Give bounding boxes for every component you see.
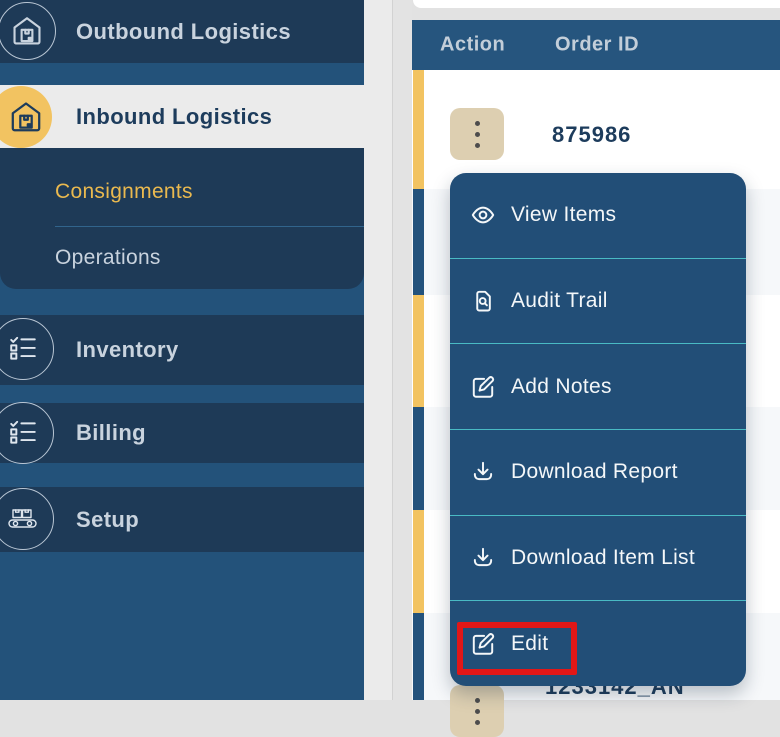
sidebar-subitem-operations[interactable]: Operations [55, 246, 161, 270]
menu-item-label: View Items [511, 203, 616, 227]
table-row: 875986 [412, 70, 780, 189]
menu-item-edit[interactable]: Edit [450, 600, 746, 686]
row-status-stripe [413, 510, 424, 613]
filter-card-edge [413, 0, 780, 8]
kebab-dot [475, 720, 480, 725]
page-gutter [364, 0, 412, 700]
sidebar-item-label: Inventory [76, 337, 179, 363]
row-actions-kebab-button[interactable] [450, 685, 504, 737]
submenu-divider [55, 226, 364, 227]
row-status-stripe [413, 189, 424, 295]
kebab-dot [475, 132, 480, 137]
menu-item-label: Download Item List [511, 546, 695, 570]
scrollbar-track[interactable] [392, 0, 413, 700]
orders-panel: Action Order ID 875986 [412, 0, 780, 700]
sidebar-subitem-consignments[interactable]: Consignments [55, 180, 193, 204]
menu-item-download-report[interactable]: Download Report [450, 429, 746, 515]
row-status-stripe [413, 613, 424, 700]
sidebar-item-inbound-logistics[interactable]: Inbound Logistics [0, 85, 364, 148]
sidebar-item-label: Setup [76, 507, 139, 533]
menu-item-label: Audit Trail [511, 289, 608, 313]
sidebar: Outbound Logistics Inbound Logistics Con… [0, 0, 364, 700]
checklist-icon [0, 318, 54, 380]
sidebar-item-setup[interactable]: Setup [0, 487, 364, 552]
add-notes-icon [470, 374, 496, 400]
menu-item-label: Download Report [511, 460, 678, 484]
sidebar-item-label: Outbound Logistics [76, 19, 291, 45]
sidebar-item-label: Billing [76, 420, 146, 446]
download-icon [470, 545, 496, 571]
menu-item-add-notes[interactable]: Add Notes [450, 343, 746, 429]
edit-icon [470, 631, 496, 657]
menu-item-label: Edit [511, 632, 548, 656]
warehouse-icon [0, 2, 56, 60]
warehouse-icon [0, 86, 52, 148]
row-actions-menu: View Items Audit Trail Add Notes Downloa… [450, 173, 746, 686]
kebab-dot [475, 143, 480, 148]
download-icon [470, 459, 496, 485]
inbound-submenu: Consignments Operations [0, 148, 364, 289]
kebab-dot [475, 709, 480, 714]
audit-trail-icon [470, 288, 496, 314]
table-header: Action Order ID [412, 20, 780, 70]
row-status-stripe [413, 295, 424, 407]
sidebar-item-outbound-logistics[interactable]: Outbound Logistics [0, 0, 364, 63]
kebab-dot [475, 698, 480, 703]
order-id-cell: 875986 [552, 122, 631, 148]
menu-item-view-items[interactable]: View Items [450, 173, 746, 258]
sidebar-item-inventory[interactable]: Inventory [0, 315, 364, 385]
column-header-action: Action [440, 34, 505, 57]
eye-icon [470, 202, 496, 228]
column-header-order-id: Order ID [555, 34, 639, 57]
sidebar-item-billing[interactable]: Billing [0, 403, 364, 463]
row-actions-kebab-button[interactable] [450, 108, 504, 160]
row-status-stripe [413, 407, 424, 510]
kebab-dot [475, 121, 480, 126]
sidebar-item-label: Inbound Logistics [76, 104, 272, 130]
menu-item-audit-trail[interactable]: Audit Trail [450, 258, 746, 344]
menu-item-download-item-list[interactable]: Download Item List [450, 515, 746, 601]
menu-item-label: Add Notes [511, 375, 612, 399]
row-status-stripe [413, 70, 424, 189]
checklist-icon [0, 402, 54, 464]
conveyor-icon [0, 488, 54, 550]
